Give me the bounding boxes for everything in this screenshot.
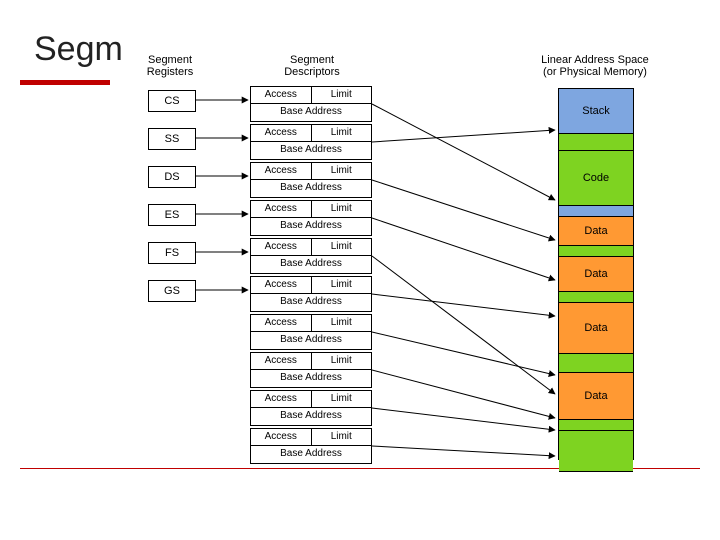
memory-seg-gap-12	[559, 431, 633, 472]
descriptor-limit: Limit	[312, 391, 372, 407]
descriptor-1: AccessLimitBase Address	[250, 124, 372, 160]
header-registers: SegmentRegisters	[130, 54, 210, 78]
register-ds: DS	[148, 166, 196, 188]
descriptor-access: Access	[251, 277, 312, 293]
title-accent	[20, 80, 110, 85]
memory-seg-data: Data	[559, 303, 633, 354]
memory-seg-gap-1	[559, 134, 633, 151]
descriptor-3: AccessLimitBase Address	[250, 200, 372, 236]
descriptor-access: Access	[251, 163, 312, 179]
descriptor-base: Base Address	[251, 256, 371, 272]
register-ss: SS	[148, 128, 196, 150]
memory-seg-stack: Stack	[559, 89, 633, 134]
header-descriptors: SegmentDescriptors	[262, 54, 362, 78]
memory-seg-gap-11	[559, 420, 633, 431]
descriptor-base: Base Address	[251, 370, 371, 386]
memory-seg-gap-5	[559, 246, 633, 257]
memory-seg-data: Data	[559, 217, 633, 246]
memory-column: Stack Code Data Data Data Data	[558, 88, 634, 460]
descriptor-7: AccessLimitBase Address	[250, 352, 372, 388]
descriptor-access: Access	[251, 87, 312, 103]
descriptor-5: AccessLimitBase Address	[250, 276, 372, 312]
descriptor-9: AccessLimitBase Address	[250, 428, 372, 464]
descriptor-4: AccessLimitBase Address	[250, 238, 372, 274]
descriptor-base: Base Address	[251, 218, 371, 234]
descriptor-2: AccessLimitBase Address	[250, 162, 372, 198]
descriptor-limit: Limit	[312, 315, 372, 331]
descriptor-limit: Limit	[312, 353, 372, 369]
descriptor-base: Base Address	[251, 142, 371, 158]
descriptor-access: Access	[251, 429, 312, 445]
descriptor-limit: Limit	[312, 201, 372, 217]
descriptor-0: AccessLimitBase Address	[250, 86, 372, 122]
descriptor-base: Base Address	[251, 332, 371, 348]
descriptor-limit: Limit	[312, 239, 372, 255]
descriptor-limit: Limit	[312, 125, 372, 141]
descriptor-access: Access	[251, 239, 312, 255]
descriptor-limit: Limit	[312, 429, 372, 445]
header-memory: Linear Address Space(or Physical Memory)	[520, 54, 670, 78]
descriptor-access: Access	[251, 391, 312, 407]
descriptor-base: Base Address	[251, 104, 371, 120]
memory-seg-gap-3	[559, 206, 633, 217]
descriptor-base: Base Address	[251, 408, 371, 424]
register-es: ES	[148, 204, 196, 226]
memory-seg-gap-9	[559, 354, 633, 373]
register-gs: GS	[148, 280, 196, 302]
descriptor-limit: Limit	[312, 87, 372, 103]
descriptor-8: AccessLimitBase Address	[250, 390, 372, 426]
memory-seg-data: Data	[559, 373, 633, 420]
register-fs: FS	[148, 242, 196, 264]
descriptor-limit: Limit	[312, 277, 372, 293]
descriptor-base: Base Address	[251, 180, 371, 196]
page-title: Segm	[34, 30, 123, 69]
memory-seg-gap-7	[559, 292, 633, 303]
descriptor-base: Base Address	[251, 446, 371, 462]
memory-seg-code: Code	[559, 151, 633, 206]
register-cs: CS	[148, 90, 196, 112]
descriptor-access: Access	[251, 125, 312, 141]
memory-seg-data: Data	[559, 257, 633, 292]
descriptor-access: Access	[251, 315, 312, 331]
descriptor-access: Access	[251, 353, 312, 369]
descriptor-base: Base Address	[251, 294, 371, 310]
descriptor-limit: Limit	[312, 163, 372, 179]
descriptor-access: Access	[251, 201, 312, 217]
descriptor-6: AccessLimitBase Address	[250, 314, 372, 350]
